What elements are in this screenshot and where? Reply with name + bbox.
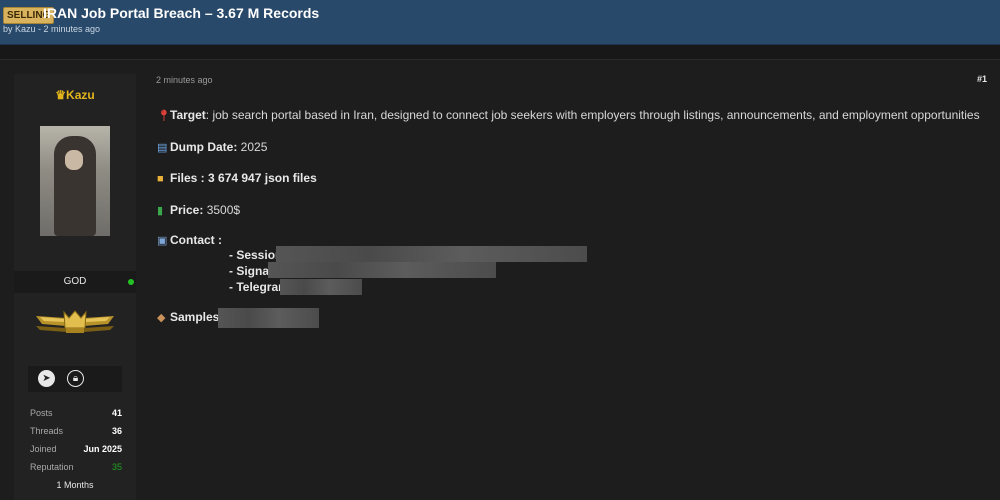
post-permalink[interactable]: #1 bbox=[977, 74, 987, 84]
rank-emblem-icon bbox=[36, 310, 114, 333]
samples-redacted bbox=[218, 308, 319, 328]
price-line: ▮ Price: 3500$ bbox=[157, 203, 241, 217]
package-icon: ◆ bbox=[157, 312, 166, 324]
stat-joined: Joined Jun 2025 bbox=[30, 444, 122, 454]
samples-line: ◆ Samples : bbox=[157, 310, 227, 324]
lock-icon[interactable]: 🔒︎ bbox=[67, 370, 84, 387]
stat-threads: Threads 36 bbox=[30, 426, 122, 436]
dump-date-line: ▤ Dump Date: 2025 bbox=[157, 140, 268, 154]
user-role: GOD bbox=[63, 276, 87, 287]
telegram-icon[interactable]: ➤ bbox=[38, 370, 55, 387]
user-panel: ♛Kazu GOD ➤ 🔒︎ Posts 41 Threads 36 Joine… bbox=[14, 74, 136, 500]
stat-posts: Posts 41 bbox=[30, 408, 122, 418]
thread-meta: by Kazu - 2 minutes ago bbox=[3, 24, 101, 34]
post-timestamp: 2 minutes ago bbox=[156, 75, 213, 85]
stat-reputation: Reputation 35 bbox=[30, 462, 122, 472]
target-line: 📍︎Target: job search portal based in Ira… bbox=[157, 108, 980, 122]
contact-icon: ▣ bbox=[157, 235, 168, 247]
telegram-redacted bbox=[280, 279, 362, 295]
membership-duration: 1 Months bbox=[56, 480, 94, 490]
session-redacted bbox=[276, 246, 587, 262]
folder-icon: ■ bbox=[157, 173, 164, 185]
username-link[interactable]: ♛Kazu bbox=[14, 88, 136, 102]
files-line: ■ Files : 3 674 947 json files bbox=[157, 171, 317, 185]
social-links: ➤ 🔒︎ bbox=[28, 366, 122, 392]
thread-header: SELLING IRAN Job Portal Breach – 3.67 M … bbox=[0, 0, 1000, 45]
calendar-icon: ▤ bbox=[157, 142, 168, 154]
role-bar: GOD bbox=[14, 271, 136, 293]
avatar[interactable] bbox=[40, 126, 110, 236]
header-divider bbox=[0, 45, 1000, 60]
signal-redacted bbox=[268, 262, 496, 278]
contact-line: ▣ Contact : bbox=[157, 233, 222, 247]
money-icon: ▮ bbox=[157, 205, 164, 217]
online-status-icon bbox=[128, 279, 134, 285]
pin-icon: 📍︎ bbox=[157, 110, 171, 122]
thread-title: IRAN Job Portal Breach – 3.67 M Records bbox=[43, 5, 320, 21]
